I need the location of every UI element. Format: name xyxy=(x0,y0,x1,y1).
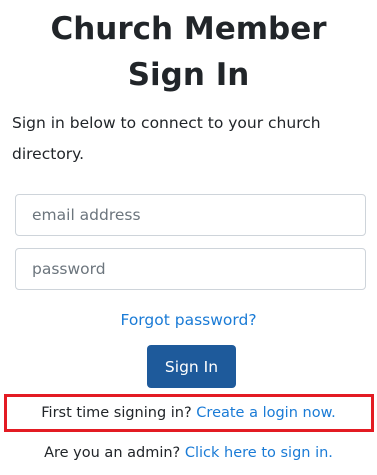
page-title-line-2: Sign In xyxy=(127,57,250,93)
admin-text: Are you an admin? xyxy=(44,445,181,461)
forgot-password-link[interactable]: Forgot password? xyxy=(0,308,377,332)
intro-text: Sign in below to connect to your church … xyxy=(12,114,321,163)
first-time-text: First time signing in? xyxy=(41,405,192,421)
page-title-line-1: Church Member xyxy=(50,11,327,47)
password-field[interactable] xyxy=(15,248,366,290)
first-time-prompt: First time signing in? Create a login no… xyxy=(0,402,377,424)
admin-sign-in-link[interactable]: Click here to sign in. xyxy=(185,445,333,461)
sign-in-button[interactable]: Sign In xyxy=(147,345,236,388)
create-login-link[interactable]: Create a login now. xyxy=(196,405,335,421)
admin-prompt: Are you an admin? Click here to sign in. xyxy=(0,442,377,464)
page-title: Church Member Sign In xyxy=(0,6,377,98)
email-field[interactable] xyxy=(15,194,366,236)
